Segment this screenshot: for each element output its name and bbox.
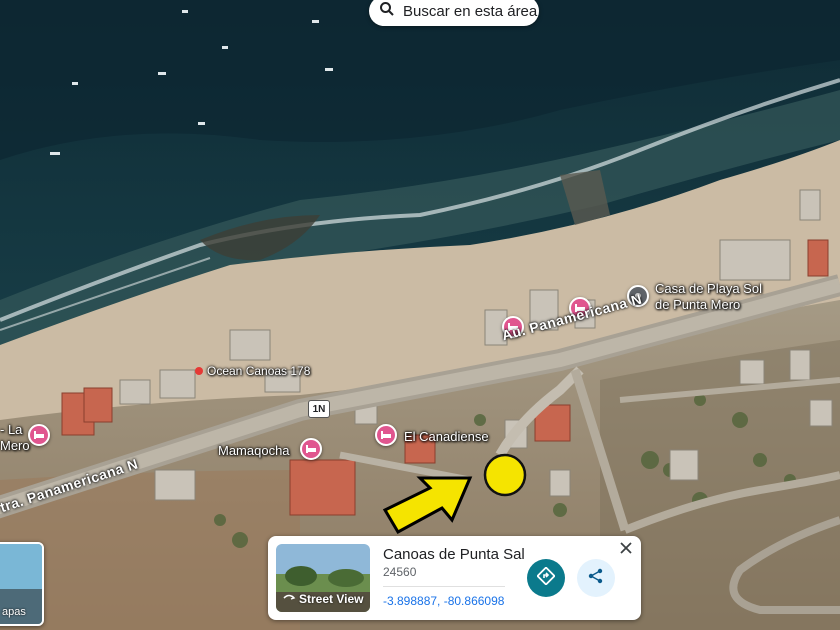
layer-toggle-label: apas [2,606,26,618]
close-icon [617,542,635,561]
search-icon [379,1,395,21]
restaurant-dot[interactable] [195,367,203,375]
hotel-pin[interactable] [300,438,322,460]
close-button[interactable] [617,539,635,557]
place-card-title: Canoas de Punta Sal [383,546,525,563]
place-label-el-canadiense[interactable]: El Canadiense [404,429,489,444]
place-label-ocean-canoas[interactable]: Ocean Canoas 178 [207,364,310,378]
search-this-area-label: Buscar en esta área [403,2,538,20]
street-view-thumbnail[interactable]: Street View [276,544,370,612]
place-label-left-1[interactable]: - La [0,422,22,437]
place-card-postal-code: 24560 [383,565,417,579]
divider [383,586,505,587]
place-label-mamaqocha[interactable]: Mamaqocha [218,443,290,458]
hotel-pin[interactable] [375,424,397,446]
hotel-pin[interactable] [28,424,50,446]
place-label-left-2[interactable]: Mero [0,438,30,453]
share-icon [587,567,605,590]
directions-icon [536,565,556,590]
place-label-casa-1[interactable]: Casa de Playa Sol [655,281,762,296]
route-shield: 1N [308,400,330,418]
map-layers-toggle[interactable]: apas [0,542,44,626]
street-view-label: Street View [299,592,364,606]
search-this-area-button[interactable]: Buscar en esta área [369,0,539,26]
directions-button[interactable] [527,559,565,597]
share-button[interactable] [577,559,615,597]
place-card[interactable]: Street View Canoas de Punta Sal 24560 -3… [268,536,641,620]
place-card-coordinates[interactable]: -3.898887, -80.866098 [383,594,504,608]
street-view-icon [282,592,296,606]
place-label-casa-2[interactable]: de Punta Mero [655,297,740,312]
